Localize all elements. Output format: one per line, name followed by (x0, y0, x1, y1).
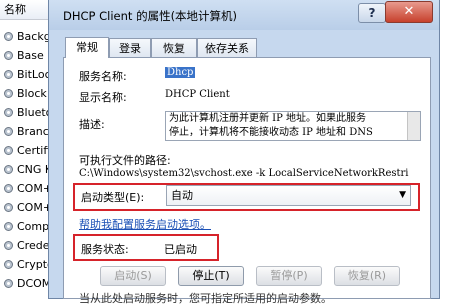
gear-icon (4, 222, 13, 231)
startup-type-select[interactable]: 自动 ▼ (166, 185, 411, 206)
start-parameters-hint: 当从此处启动服务时，您可指定所适用的启动参数。 (79, 292, 332, 305)
service-status-value: 已启动 (164, 243, 197, 256)
gear-icon (4, 146, 13, 155)
title-bar[interactable]: DHCP Client 的属性(本地计算机) ? ✕ (49, 0, 439, 30)
display-name-label: 显示名称: (79, 91, 127, 104)
resume-button[interactable]: 恢复(R) (334, 266, 400, 286)
dropdown-arrow-icon: ▼ (399, 190, 406, 200)
service-name-label: 服务名称: (79, 70, 127, 83)
list-item-label: DCOM (17, 277, 52, 290)
startup-type-label: 启动类型(E): (81, 191, 145, 204)
gear-icon (4, 51, 13, 60)
gear-icon (4, 127, 13, 136)
stop-button[interactable]: 停止(T) (178, 266, 244, 286)
gear-icon (4, 32, 13, 41)
gear-icon (4, 165, 13, 174)
gear-icon (4, 241, 13, 250)
gear-icon (4, 203, 13, 212)
startup-type-value: 自动 (171, 189, 193, 202)
gear-icon (4, 108, 13, 117)
path-label: 可执行文件的路径: (79, 154, 171, 167)
general-tab-panel: 服务名称: Dhcp 显示名称: DHCP Client 描述: 为此计算机注册… (63, 57, 431, 305)
close-button[interactable]: ✕ (385, 1, 433, 23)
help-button[interactable]: ? (358, 3, 386, 23)
description-label: 描述: (79, 118, 105, 131)
description-box[interactable]: 为此计算机注册并更新 IP 地址。如果此服务 停止，计算机将不能接收动态 IP … (165, 111, 421, 141)
path-value[interactable]: C:\Windows\system32\svchost.exe -k Local… (79, 168, 424, 179)
tab-general[interactable]: 常规 (65, 37, 109, 58)
gear-icon (4, 279, 13, 288)
gear-icon (4, 260, 13, 269)
list-item-label: COM+ (17, 182, 53, 195)
service-status-label: 服务状态: (81, 243, 129, 256)
pause-button[interactable]: 暂停(P) (256, 266, 322, 286)
tab-dependencies[interactable]: 依存关系 (197, 38, 257, 57)
gear-icon (4, 70, 13, 79)
gear-icon (4, 184, 13, 193)
description-line-2: 停止，计算机将不能接收动态 IP 地址和 DNS (169, 127, 373, 138)
service-name-value[interactable]: Dhcp (165, 67, 196, 78)
dialog-title: DHCP Client 的属性(本地计算机) (63, 9, 238, 23)
config-help-link[interactable]: 帮助我配置服务启动选项。 (79, 216, 211, 232)
tab-recovery[interactable]: 恢复 (151, 38, 197, 57)
description-scrollbar[interactable] (407, 112, 420, 140)
start-button[interactable]: 启动(S) (100, 266, 166, 286)
gear-icon (4, 89, 13, 98)
display-name-value[interactable]: DHCP Client (165, 89, 230, 100)
list-item-label: COM+ (17, 201, 53, 214)
tab-logon[interactable]: 登录 (109, 38, 151, 57)
description-line-1: 为此计算机注册并更新 IP 地址。如果此服务 (169, 113, 367, 124)
